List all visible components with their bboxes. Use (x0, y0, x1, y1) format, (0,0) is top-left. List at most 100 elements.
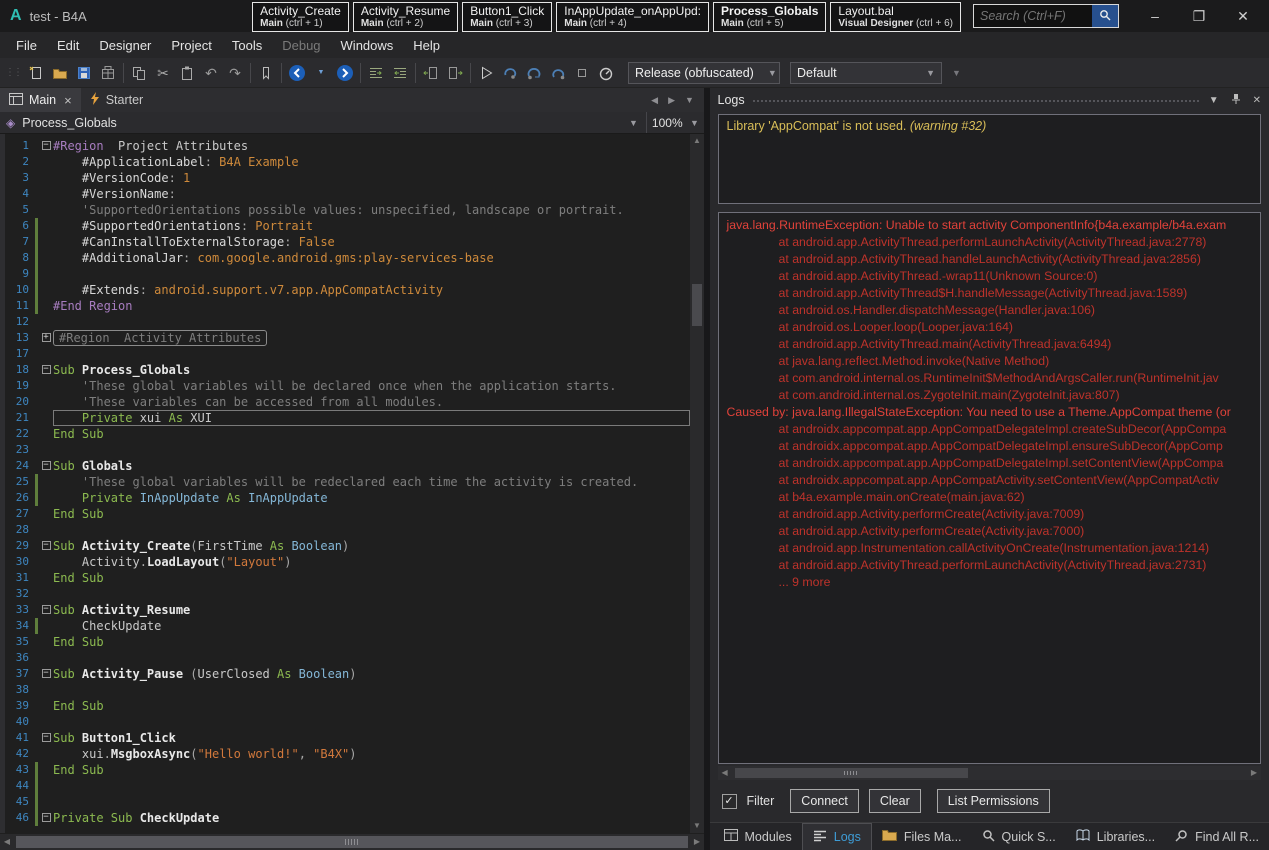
fold-box[interactable]: − (42, 605, 51, 614)
step-over-icon[interactable] (522, 61, 546, 85)
code-line[interactable]: 37−Sub Activity_Pause (UserClosed As Boo… (5, 666, 690, 682)
code-line[interactable]: 23 (5, 442, 690, 458)
fold-box[interactable]: − (42, 733, 51, 742)
paste-icon[interactable] (175, 61, 199, 85)
search-button[interactable] (1092, 5, 1118, 27)
code-line[interactable]: 3 #VersionCode: 1 (5, 170, 690, 186)
back-dropdown-icon[interactable]: ▼ (309, 61, 333, 85)
code-line[interactable]: 21 Private xui As XUI (5, 410, 690, 426)
indent-out-icon[interactable] (388, 61, 412, 85)
tab-close-icon[interactable]: × (64, 93, 72, 108)
bottom-tab-logs[interactable]: Logs (802, 823, 872, 850)
quick-tab-activity-resume[interactable]: Activity_ResumeMain (ctrl + 2) (353, 2, 458, 32)
fold-box[interactable]: + (42, 333, 51, 342)
scroll-left-icon[interactable]: ◀ (0, 834, 14, 850)
fold-toggle-icon[interactable]: − (39, 538, 53, 554)
bottom-tab-quick-s-[interactable]: Quick S... (972, 823, 1066, 850)
menu-project[interactable]: Project (161, 34, 221, 57)
code-line[interactable]: 20 'These variables can be accessed from… (5, 394, 690, 410)
panel-menu-chevron-icon[interactable]: ▼ (1209, 95, 1219, 106)
menu-edit[interactable]: Edit (47, 34, 89, 57)
code-line[interactable]: 4 #VersionName: (5, 186, 690, 202)
code-line[interactable]: 39End Sub (5, 698, 690, 714)
step-out-icon[interactable] (546, 61, 570, 85)
code-line[interactable]: 40 (5, 714, 690, 730)
code-line[interactable]: 38 (5, 682, 690, 698)
sub-navigator-select[interactable]: ◈ Process_Globals ▼ (0, 112, 646, 133)
maximize-button[interactable]: ❐ (1177, 8, 1221, 25)
code-line[interactable]: 44 (5, 778, 690, 794)
menu-file[interactable]: File (6, 34, 47, 57)
code-line[interactable]: 28 (5, 522, 690, 538)
menu-tools[interactable]: Tools (222, 34, 272, 57)
code-line[interactable]: 32 (5, 586, 690, 602)
code-line[interactable]: 27End Sub (5, 506, 690, 522)
collapsed-region-box[interactable]: #Region Activity Attributes (53, 330, 267, 346)
minimize-button[interactable]: – (1133, 8, 1177, 24)
editor-vertical-scrollbar[interactable]: ▲ ▼ (690, 134, 704, 833)
scroll-right-icon[interactable]: ▶ (690, 834, 704, 850)
step-into-icon[interactable] (498, 61, 522, 85)
code-line[interactable]: 34 CheckUpdate (5, 618, 690, 634)
scroll-down-icon[interactable]: ▼ (690, 819, 704, 833)
code-line[interactable]: 18−Sub Process_Globals (5, 362, 690, 378)
code-line[interactable]: 1−#Region Project Attributes (5, 138, 690, 154)
bookmark-icon[interactable] (254, 61, 278, 85)
code-line[interactable]: 43End Sub (5, 762, 690, 778)
menu-designer[interactable]: Designer (89, 34, 161, 57)
fold-box[interactable]: − (42, 141, 51, 150)
scroll-up-icon[interactable]: ▲ (690, 134, 704, 148)
menu-help[interactable]: Help (403, 34, 450, 57)
code-line[interactable]: 45 (5, 794, 690, 810)
code-line[interactable]: 33−Sub Activity_Resume (5, 602, 690, 618)
tab-main[interactable]: Main× (0, 88, 81, 112)
fold-box[interactable]: − (42, 669, 51, 678)
tabs-list-icon[interactable]: ▼ (685, 95, 694, 105)
indent-in-icon[interactable] (364, 61, 388, 85)
quick-tab-layout-bal[interactable]: Layout.balVisual Designer (ctrl + 6) (830, 2, 961, 32)
list-permissions-button[interactable]: List Permissions (937, 789, 1050, 813)
panel-close-icon[interactable]: ✕ (1253, 95, 1261, 106)
fold-box[interactable]: − (42, 813, 51, 822)
quick-tab-activity-create[interactable]: Activity_CreateMain (ctrl + 1) (252, 2, 349, 32)
code-line[interactable]: 2 #ApplicationLabel: B4A Example (5, 154, 690, 170)
code-line[interactable]: 22End Sub (5, 426, 690, 442)
tabs-scroll-left-icon[interactable]: ◀ (651, 95, 658, 106)
code-line[interactable]: 10 #Extends: android.support.v7.app.AppC… (5, 282, 690, 298)
fold-box[interactable]: − (42, 461, 51, 470)
code-line[interactable]: 42 xui.MsgboxAsync("Hello world!", "B4X"… (5, 746, 690, 762)
connect-button[interactable]: Connect (790, 789, 859, 813)
bottom-tab-libraries-[interactable]: Libraries... (1066, 823, 1165, 850)
pin-icon[interactable] (1231, 93, 1241, 108)
code-line[interactable]: 36 (5, 650, 690, 666)
code-line[interactable]: 9 (5, 266, 690, 282)
clear-button[interactable]: Clear (869, 789, 921, 813)
shift-left-icon[interactable] (419, 61, 443, 85)
redo-icon[interactable]: ↷ (223, 61, 247, 85)
vertical-scroll-thumb[interactable] (692, 284, 702, 326)
build-flavor-select[interactable]: Default ▼ (790, 62, 942, 84)
copy-icon[interactable] (127, 61, 151, 85)
toolbar-grip[interactable]: ⋮⋮ (5, 67, 21, 78)
shift-right-icon[interactable] (443, 61, 467, 85)
forward-icon[interactable] (333, 61, 357, 85)
open-project-icon[interactable] (48, 61, 72, 85)
run-icon[interactable] (474, 61, 498, 85)
search-input[interactable] (974, 5, 1092, 27)
cut-icon[interactable]: ✂ (151, 61, 175, 85)
code-line[interactable]: 8 #AdditionalJar: com.google.android.gms… (5, 250, 690, 266)
bottom-tab-find-all-r-[interactable]: Find All R... (1165, 823, 1269, 850)
code-line[interactable]: 30 Activity.LoadLayout("Layout") (5, 554, 690, 570)
filter-checkbox[interactable]: ✓ (722, 794, 737, 809)
fold-toggle-icon[interactable]: + (39, 330, 53, 346)
scroll-right-icon[interactable]: ▶ (1247, 766, 1261, 780)
fold-toggle-icon[interactable]: − (39, 458, 53, 474)
toolbar-overflow-icon[interactable]: ▼ (952, 68, 961, 78)
bottom-tab-files-ma-[interactable]: Files Ma... (872, 823, 972, 850)
menu-debug[interactable]: Debug (272, 34, 330, 57)
build-configuration-select[interactable]: Release (obfuscated) ▼ (628, 62, 780, 84)
quick-tab-button1-click[interactable]: Button1_ClickMain (ctrl + 3) (462, 2, 552, 32)
logs-scroll-thumb[interactable] (735, 768, 969, 778)
undo-icon[interactable]: ↶ (199, 61, 223, 85)
code-line[interactable]: 17 (5, 346, 690, 362)
